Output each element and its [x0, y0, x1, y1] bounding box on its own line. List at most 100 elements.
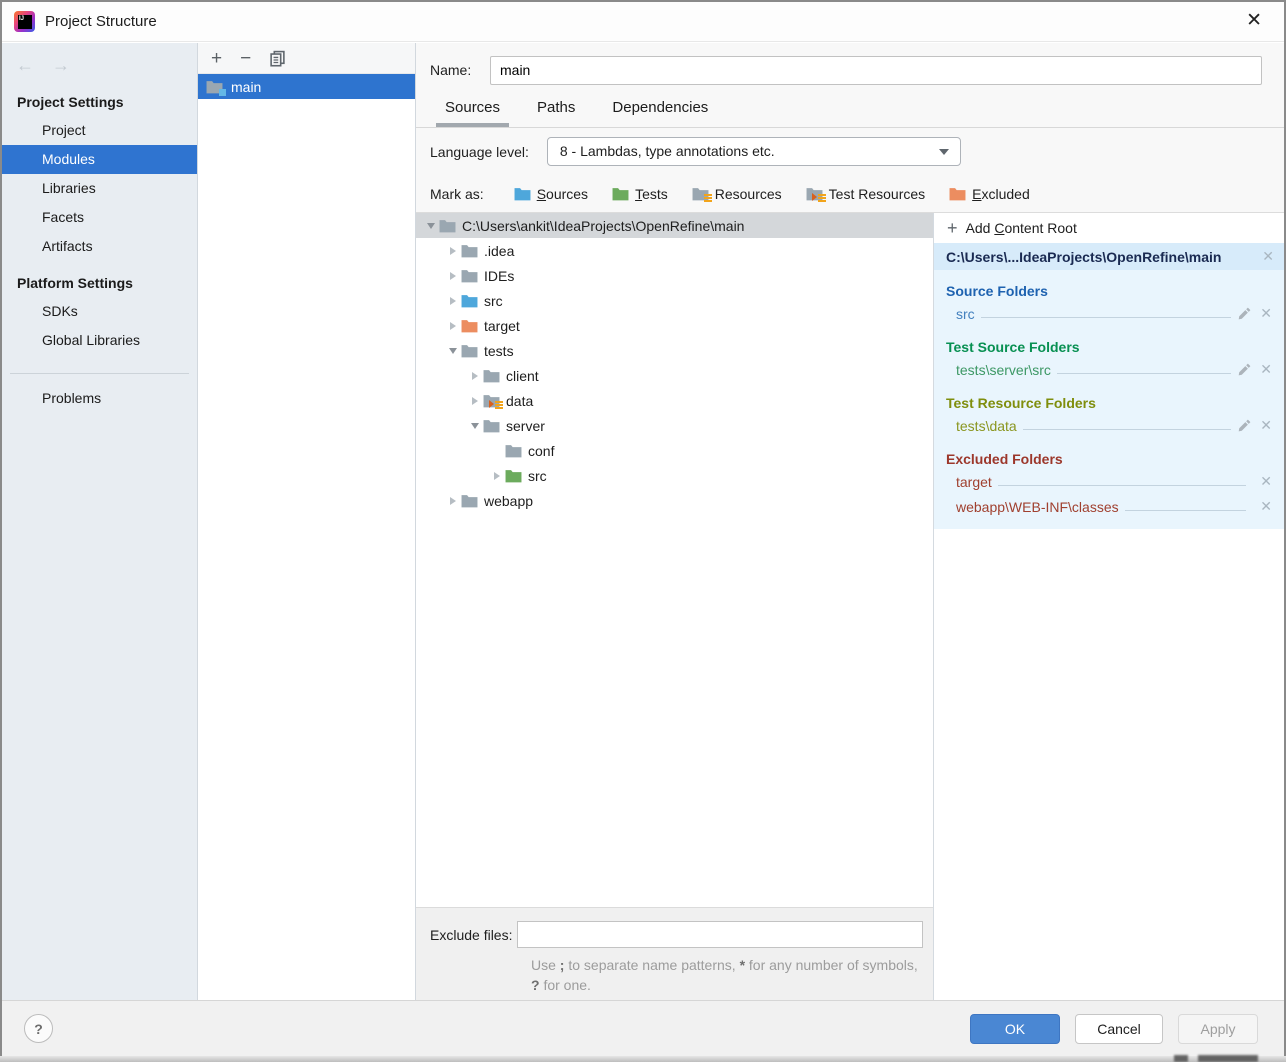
exclude-files-hint: Use ; to separate name patterns, * for a…	[531, 955, 951, 995]
tree-row-conf[interactable]: conf	[416, 438, 933, 463]
window-title: Project Structure	[45, 13, 157, 30]
test-resources-folder-icon	[806, 187, 824, 201]
chevron-down-icon	[939, 149, 949, 155]
sidebar-item-artifacts[interactable]: Artifacts	[2, 232, 197, 261]
chevron-expanded-icon[interactable]	[422, 223, 439, 229]
language-level-label: Language level:	[430, 144, 529, 160]
tree-row-tests[interactable]: tests	[416, 338, 933, 363]
test-source-folders-title: Test Source Folders	[946, 339, 1272, 355]
tab-paths[interactable]: Paths	[537, 99, 575, 127]
mark-test-resources-button[interactable]: Test Resources	[806, 186, 925, 202]
apply-button[interactable]: Apply	[1178, 1014, 1258, 1044]
ok-button[interactable]: OK	[970, 1014, 1060, 1044]
chevron-expanded-icon[interactable]	[444, 348, 461, 354]
exclude-files-input[interactable]	[517, 921, 923, 948]
intellij-logo-icon	[14, 11, 35, 32]
settings-sidebar: ← → Project Settings Project Modules Libr…	[2, 43, 198, 1000]
tree-row-ides[interactable]: IDEs	[416, 263, 933, 288]
content-root-block: C:\Users\...IdeaProjects\OpenRefine\main…	[934, 243, 1284, 529]
test-resource-folders-section: Test Resource Folders tests\data ✕	[934, 382, 1284, 438]
chevron-expanded-icon[interactable]	[466, 423, 483, 429]
chevron-collapsed-icon[interactable]	[466, 397, 483, 405]
sidebar-item-facets[interactable]: Facets	[2, 203, 197, 232]
chevron-collapsed-icon[interactable]	[444, 247, 461, 255]
remove-folder-icon[interactable]: ✕	[1260, 498, 1272, 515]
module-name-input[interactable]	[490, 56, 1262, 85]
folder-icon	[461, 244, 479, 258]
excluded-folders-section: Excluded Folders target ✕ webapp\WEB-INF…	[934, 438, 1284, 519]
excluded-folder-icon	[461, 319, 479, 333]
chevron-collapsed-icon[interactable]	[444, 297, 461, 305]
chevron-collapsed-icon[interactable]	[444, 272, 461, 280]
chevron-collapsed-icon[interactable]	[444, 497, 461, 505]
excluded-folders-title: Excluded Folders	[946, 451, 1272, 467]
folder-icon	[461, 269, 479, 283]
forward-icon[interactable]: →	[52, 55, 70, 75]
tree-row-server[interactable]: server	[416, 413, 933, 438]
back-icon[interactable]: ←	[16, 55, 34, 75]
mark-tests-button[interactable]: Tests	[612, 186, 668, 202]
tests-folder-icon	[612, 187, 630, 201]
tree-row-src[interactable]: src	[416, 288, 933, 313]
remove-module-icon[interactable]: −	[240, 49, 251, 68]
mark-excluded-button[interactable]: Excluded	[949, 186, 1030, 202]
mark-sources-button[interactable]: Sources	[514, 186, 588, 202]
chevron-collapsed-icon[interactable]	[466, 372, 483, 380]
item-underline	[1057, 373, 1231, 374]
test-resource-folders-title: Test Resource Folders	[946, 395, 1272, 411]
edit-icon[interactable]	[1237, 418, 1252, 433]
module-row-main[interactable]: main	[198, 74, 415, 99]
item-underline	[1023, 429, 1232, 430]
plus-icon: +	[947, 219, 958, 237]
sources-folder-icon	[514, 187, 532, 201]
folder-icon	[483, 419, 501, 433]
sidebar-item-sdks[interactable]: SDKs	[2, 297, 197, 326]
cancel-button[interactable]: Cancel	[1075, 1014, 1163, 1044]
remove-folder-icon[interactable]: ✕	[1260, 305, 1272, 322]
source-folders-section: Source Folders src ✕	[934, 270, 1284, 326]
tree-row-server-src[interactable]: src	[416, 463, 933, 488]
modules-list: main	[198, 74, 415, 99]
tree-row-target[interactable]: target	[416, 313, 933, 338]
chevron-collapsed-icon[interactable]	[488, 472, 505, 480]
tree-row-root[interactable]: C:\Users\ankit\IdeaProjects\OpenRefine\m…	[416, 213, 933, 238]
edit-icon[interactable]	[1237, 362, 1252, 377]
language-level-select[interactable]: 8 - Lambdas, type annotations etc.	[547, 137, 961, 166]
remove-folder-icon[interactable]: ✕	[1260, 417, 1272, 434]
remove-folder-icon[interactable]: ✕	[1260, 361, 1272, 378]
edit-icon[interactable]	[1237, 306, 1252, 321]
exclude-files-area: Exclude files: Use ; to separate name pa…	[416, 907, 933, 1000]
tree-row-data[interactable]: data	[416, 388, 933, 413]
copy-module-icon[interactable]	[269, 50, 286, 67]
module-name: main	[231, 79, 261, 95]
content-root-tree-column: C:\Users\ankit\IdeaProjects\OpenRefine\m…	[416, 213, 934, 1000]
sidebar-item-libraries[interactable]: Libraries	[2, 174, 197, 203]
folders-panel: + Add Content Root C:\Users\...IdeaProje…	[934, 213, 1284, 1000]
module-folder-icon	[206, 80, 224, 94]
name-row: Name:	[416, 43, 1284, 89]
sidebar-divider	[10, 373, 189, 374]
name-label: Name:	[430, 62, 490, 78]
tree-row-client[interactable]: client	[416, 363, 933, 388]
sidebar-item-project[interactable]: Project	[2, 116, 197, 145]
close-icon[interactable]: ✕	[1246, 10, 1262, 32]
sidebar-item-problems[interactable]: Problems	[2, 384, 197, 413]
project-structure-dialog: Project Structure ✕ ← → Project Settings …	[0, 0, 1286, 1056]
add-content-root-button[interactable]: + Add Content Root	[934, 213, 1284, 243]
mark-resources-button[interactable]: Resources	[692, 186, 782, 202]
sidebar-item-global-libraries[interactable]: Global Libraries	[2, 326, 197, 355]
remove-folder-icon[interactable]: ✕	[1260, 473, 1272, 490]
group-project-settings: Project Settings	[2, 80, 197, 116]
help-button[interactable]: ?	[24, 1014, 53, 1043]
tree-row-idea[interactable]: .idea	[416, 238, 933, 263]
add-module-icon[interactable]: +	[211, 49, 222, 68]
sidebar-item-modules[interactable]: Modules	[2, 145, 197, 174]
test-source-folder-item: tests\server\src ✕	[946, 357, 1272, 382]
tab-sources[interactable]: Sources	[445, 99, 500, 127]
remove-content-root-icon[interactable]: ✕	[1262, 248, 1274, 265]
tree-row-webapp[interactable]: webapp	[416, 488, 933, 513]
tab-dependencies[interactable]: Dependencies	[612, 99, 708, 127]
folder-icon	[461, 494, 479, 508]
chevron-collapsed-icon[interactable]	[444, 322, 461, 330]
title-bar: Project Structure ✕	[2, 2, 1284, 42]
